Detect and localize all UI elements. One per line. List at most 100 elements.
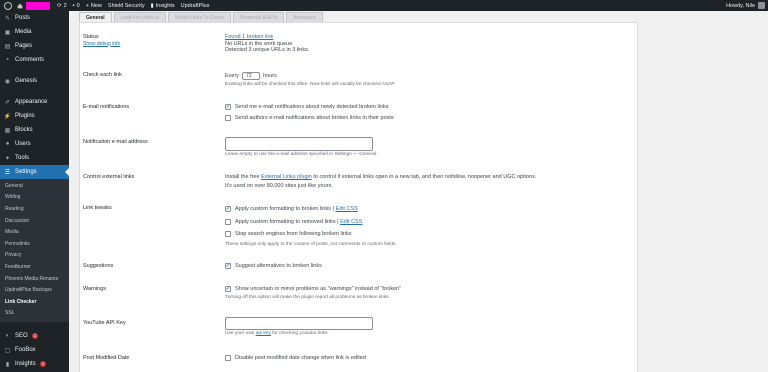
wordpress-logo-icon[interactable] (4, 1, 12, 10)
notify-authors-checkbox[interactable] (225, 114, 231, 121)
status-content: Found 1 broken link No URLs in the work … (225, 34, 309, 54)
plug-icon: ⚡ (3, 113, 12, 120)
suggestions-content: Suggest alternatives to broken links (225, 261, 322, 272)
updraftplus-link[interactable]: UpdraftPlus (178, 3, 213, 9)
sidebar-separator (0, 67, 69, 74)
comments-icon: ▪ (6, 57, 9, 63)
broken-format-option[interactable]: Apply custom formatting to broken links … (225, 203, 397, 216)
pin-icon: ✎ (4, 15, 11, 22)
howdy-text: Howdy, Nile (726, 2, 755, 9)
comments-link[interactable]: ▪ 0 (70, 3, 83, 9)
account-menu[interactable]: Howdy, Nile (726, 0, 765, 11)
admin-sidebar: ✎ Posts ▣ Media ▤ Pages ▪ Comments ◉ Gen… (0, 11, 69, 372)
submenu-discussion[interactable]: Discussion (0, 215, 69, 227)
settings-form: Status Show debug info Found 1 broken li… (79, 22, 638, 372)
submenu-updraftplus-backups[interactable]: UpdraftPlus Backups (0, 284, 69, 296)
sidebar-item-pages[interactable]: ▤ Pages (0, 39, 69, 53)
warnings-checkbox[interactable] (225, 286, 231, 293)
insights-link[interactable]: ▮ Insights (148, 3, 178, 9)
post-modified-date-label: Post Modified Date (83, 355, 130, 361)
notify-me-checkbox[interactable] (225, 104, 231, 111)
new-content-link[interactable]: + New (83, 3, 105, 9)
updates-link[interactable]: ⟳ 2 (54, 3, 70, 9)
submenu-general[interactable]: General (0, 180, 69, 192)
foobox-icon: ▢ (4, 347, 11, 354)
external-links-plugin-link[interactable]: External Links plugin (261, 174, 312, 180)
submenu-ssl[interactable]: SSL (0, 308, 69, 320)
updraftplus-label: UpdraftPlus (180, 2, 210, 9)
tab-protocols-apis[interactable]: Protocols & APIs (233, 12, 285, 22)
sidebar-item-label: Appearance (15, 99, 48, 105)
submenu-media[interactable]: Media (0, 226, 69, 238)
sidebar-item-blocks[interactable]: ▦ Blocks (0, 123, 69, 137)
notification-email-input[interactable] (225, 137, 373, 151)
link-tweaks-label: Link tweaks (83, 205, 112, 211)
check-interval-input[interactable]: 72 (242, 71, 261, 80)
shield-security-link[interactable]: Shield Security (105, 3, 148, 9)
sidebar-item-plugins[interactable]: ⚡ Plugins (0, 109, 69, 123)
external-links-usage-text: It's used on over 80,000 sites just like… (225, 183, 333, 189)
sidebar-separator (0, 88, 69, 95)
pages-icon: ▤ (4, 43, 11, 50)
submenu-privacy[interactable]: Privacy (0, 250, 69, 262)
sidebar-item-users[interactable]: ● Users (0, 137, 69, 151)
site-home-link[interactable] (14, 3, 26, 9)
edit-css-broken-link[interactable]: Edit CSS (335, 206, 357, 212)
sidebar-item-foobox[interactable]: ▢ FooBox (0, 343, 69, 357)
submenu-phoenix-media-rename[interactable]: Phoenix Media Rename (0, 273, 69, 285)
sidebar-item-insights[interactable]: ▮ Insights 1 (0, 357, 69, 371)
removed-format-option[interactable]: Apply custom formatting to removed links… (225, 216, 397, 229)
sidebar-item-label: Blocks (15, 127, 33, 133)
email-notifications-content: Send me e-mail notifications about newly… (225, 102, 394, 123)
sidebar-item-genesis[interactable]: ◉ Genesis (0, 74, 69, 88)
shield-security-label: Shield Security (107, 2, 145, 9)
submenu-reading[interactable]: Reading (0, 203, 69, 215)
sidebar-item-comments[interactable]: ▪ Comments (0, 53, 69, 67)
suggest-alternatives-option[interactable]: Suggest alternatives to broken links (225, 261, 322, 272)
chart-icon: ▮ (150, 2, 154, 9)
disable-modified-date-text: Disable post modified date change when l… (235, 355, 366, 362)
users-icon: ● (5, 141, 10, 147)
sidebar-item-tools[interactable]: ✦ Tools (0, 151, 69, 165)
broken-format-checkbox[interactable] (225, 206, 231, 213)
submenu-link-checker[interactable]: Link Checker (0, 296, 69, 308)
tab-which-links-to-check[interactable]: Which Links To Check (167, 12, 232, 22)
sidebar-item-settings[interactable]: ☰ Settings (0, 165, 69, 179)
show-debug-info-link[interactable]: Show debug info (83, 41, 120, 48)
api-key-link[interactable]: api key (256, 331, 271, 336)
tab-general[interactable]: General (79, 12, 112, 22)
sidebar-item-media[interactable]: ▣ Media (0, 25, 69, 39)
removed-format-text: Apply custom formatting to removed links… (235, 218, 339, 225)
disable-modified-date-checkbox[interactable] (225, 355, 231, 362)
suggest-alternatives-checkbox[interactable] (225, 263, 231, 270)
sidebar-separator (0, 322, 69, 329)
submenu-permalinks[interactable]: Permalinks (0, 238, 69, 250)
warnings-option[interactable]: Show uncertain or minor problems as "war… (225, 284, 401, 295)
nofollow-checkbox[interactable] (225, 231, 231, 238)
disable-modified-date-option[interactable]: Disable post modified date change when l… (225, 353, 366, 364)
notify-authors-text: Send authors e-mail notifications about … (235, 114, 394, 121)
link-tweaks-content: Apply custom formatting to broken links … (225, 203, 397, 248)
removed-format-checkbox[interactable] (225, 218, 231, 225)
site-name-redacted[interactable] (26, 1, 50, 10)
suggest-alternatives-text: Suggest alternatives to broken links (235, 263, 322, 270)
submenu-writing[interactable]: Writing (0, 192, 69, 204)
submenu-feedburner[interactable]: Feedburner (0, 261, 69, 273)
edit-css-removed-link[interactable]: Edit CSS (340, 219, 362, 225)
tab-look-for-links-in[interactable]: Look For Links In (113, 12, 166, 22)
sidebar-item-seo[interactable]: ◐ SEO 1 (0, 329, 69, 343)
comments-count: 0 (76, 2, 80, 9)
sidebar-item-label: Media (15, 29, 32, 35)
tab-advanced[interactable]: Advanced (286, 12, 323, 22)
sidebar-item-label: FooBox (15, 347, 36, 354)
youtube-api-key-input[interactable] (225, 317, 373, 330)
control-external-links-label: Control external links (83, 174, 135, 180)
notify-authors-option[interactable]: Send authors e-mail notifications about … (225, 113, 394, 124)
nofollow-option[interactable]: Stop search engines from following broke… (225, 228, 397, 241)
insights-label: Insights (155, 2, 175, 9)
warnings-description: Turning off this option will make the pl… (225, 294, 390, 300)
notify-me-option[interactable]: Send me e-mail notifications about newly… (225, 102, 394, 113)
sidebar-item-label: Settings (15, 169, 37, 175)
sidebar-item-posts[interactable]: ✎ Posts (0, 11, 69, 25)
sidebar-item-appearance[interactable]: ✐ Appearance (0, 95, 69, 109)
